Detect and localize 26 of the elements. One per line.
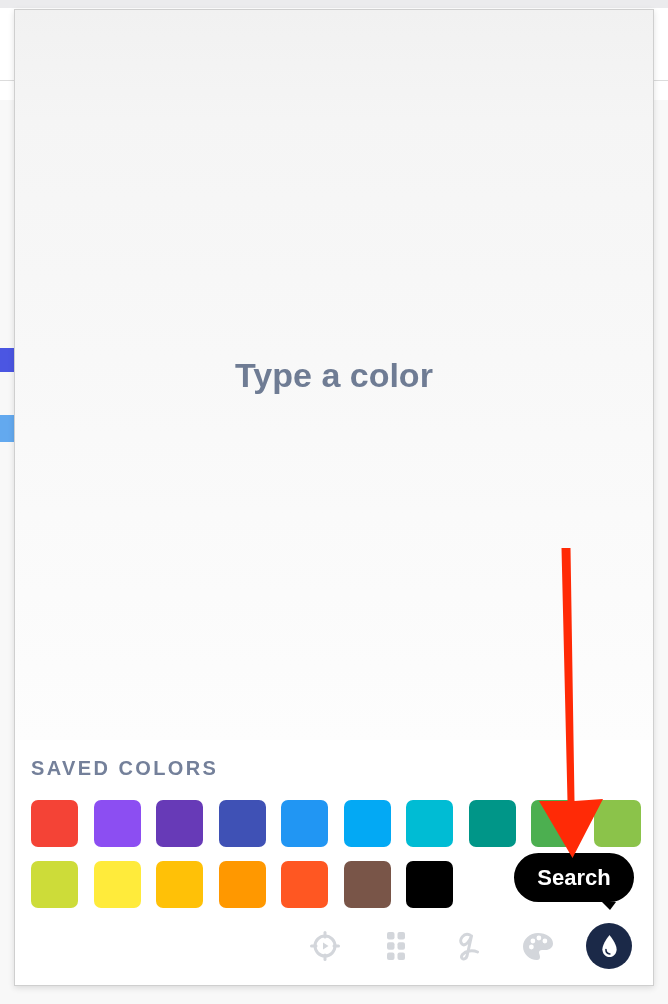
color-swatch[interactable]	[468, 800, 516, 847]
grid-icon	[387, 932, 405, 960]
tooltip: Search	[514, 853, 634, 910]
color-swatch[interactable]	[343, 861, 391, 908]
color-swatch[interactable]	[156, 800, 203, 847]
color-swatch[interactable]	[406, 861, 453, 908]
color-swatch[interactable]	[218, 800, 266, 847]
color-swatch[interactable]	[156, 861, 203, 908]
color-swatch[interactable]	[406, 800, 453, 847]
color-swatch[interactable]	[93, 800, 141, 847]
color-swatch[interactable]	[218, 861, 266, 908]
crosshair-icon	[310, 931, 340, 961]
color-swatch[interactable]	[31, 800, 78, 847]
color-swatch[interactable]	[281, 800, 328, 847]
color-swatch[interactable]	[593, 800, 641, 847]
page-stripe	[0, 415, 14, 442]
color-swatch[interactable]	[93, 861, 141, 908]
prompt-text: Type a color	[235, 355, 433, 395]
color-swatch[interactable]	[343, 800, 391, 847]
drop-tool-button[interactable]	[586, 923, 632, 969]
section-title: SAVED COLORS	[31, 756, 219, 780]
color-swatch[interactable]	[281, 861, 328, 908]
color-swatch[interactable]	[31, 861, 78, 908]
page-stripe	[0, 348, 14, 372]
palette-icon	[523, 932, 553, 960]
drop-icon	[599, 934, 619, 958]
